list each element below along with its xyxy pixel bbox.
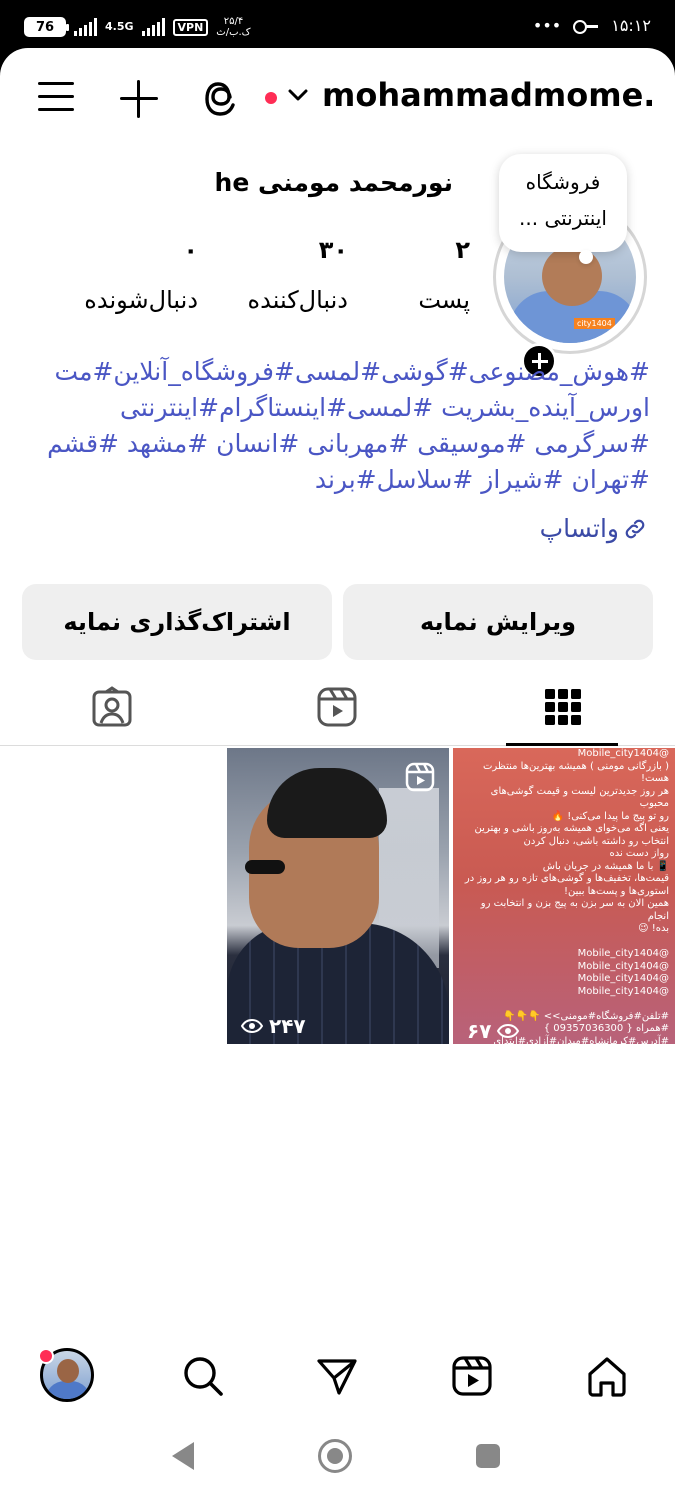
post-caption-line: 📱 با ما همیشه در جریان باش: [542, 860, 669, 872]
top-bar: mohammadmome...: [0, 70, 675, 130]
followers-label: دنبال‌کننده: [247, 286, 348, 314]
active-tab-indicator: [506, 743, 618, 746]
views-count: ۶۷: [467, 1018, 492, 1043]
profile-screen: mohammadmome... city1404 فروشگاه اینترنت…: [0, 48, 675, 1500]
signal-icon: [74, 18, 97, 36]
post-caption-line: @Mobile_city1404: [577, 973, 669, 984]
eye-icon: [241, 1019, 263, 1033]
back-icon[interactable]: [172, 1442, 194, 1470]
stat-following[interactable]: ۰ دنبال‌شونده: [84, 236, 198, 314]
following-label: دنبال‌شونده: [84, 286, 198, 314]
views-count: ۲۴۷: [269, 1014, 306, 1038]
post-caption-line: رو تو پیج ما پیدا می‌کنی! 🔥: [551, 810, 669, 822]
post-caption-line: رواز دست نده: [609, 848, 669, 859]
signal-icon-2: [141, 18, 165, 36]
threads-icon[interactable]: [204, 78, 242, 120]
reels-icon[interactable]: [450, 1354, 494, 1398]
bottom-nav: [0, 1330, 675, 1420]
post-caption-line: ( بازرگانی مومنی ) همیشه بهترین‌ها منتظر…: [482, 760, 669, 785]
stat-posts[interactable]: ۲ پست: [418, 236, 470, 314]
posts-label: پست: [418, 286, 470, 314]
post-caption-line: همین الان به سر بزن به پیج بزن و انتخابت…: [480, 898, 669, 922]
home-icon[interactable]: [585, 1354, 629, 1398]
more-dots: •••: [532, 16, 562, 35]
link-icon: [625, 519, 645, 538]
status-left: 76 4.5G VPN ۲۵/۴ ک.ب/ث: [24, 16, 251, 38]
post-caption-line: [459, 936, 669, 949]
plus-icon[interactable]: [120, 80, 158, 118]
weather-temp: ۲۵/۴: [223, 16, 244, 27]
post-caption-text: @Mobile_city1404( بازرگانی مومنی ) همیشه…: [459, 748, 669, 1044]
share-profile-button[interactable]: اشتراک‌گذاری نمایه: [22, 584, 332, 660]
post-caption-line: [459, 998, 669, 1011]
eye-icon: [497, 1024, 520, 1038]
reels-icon: [405, 762, 435, 792]
home-button-icon[interactable]: [318, 1439, 352, 1473]
status-bar: 76 4.5G VPN ۲۵/۴ ک.ب/ث ••• ۱۵:۱۲: [0, 0, 675, 52]
post-tile[interactable]: @Mobile_city1404( بازرگانی مومنی ) همیشه…: [453, 748, 675, 1044]
reels-icon[interactable]: [316, 686, 358, 728]
note-bubble[interactable]: فروشگاه اینترنتی ...: [499, 154, 627, 264]
notification-dot: [38, 1348, 54, 1364]
system-nav: [0, 1420, 675, 1500]
tagged-icon[interactable]: [91, 686, 133, 728]
grid-icon[interactable]: [542, 686, 584, 728]
network-type: 4.5G: [105, 20, 134, 33]
weather-readout: ۲۵/۴ ک.ب/ث: [216, 16, 250, 38]
followers-count: ۳۰: [318, 236, 348, 264]
post-caption-line: انتخاب رو داشته باشی، دنبال کردن: [523, 835, 669, 847]
bio-link[interactable]: واتساپ: [540, 514, 647, 543]
clock: ۱۵:۱۲: [611, 16, 651, 35]
post-views: ۶۷: [467, 1018, 520, 1043]
post-caption-line: استوری‌ها و پست‌ها ببین!: [564, 885, 669, 897]
battery-level: 76: [35, 19, 55, 35]
post-caption-line: یعنی اگه می‌خوای همیشه به‌روز باشی و بهت…: [474, 823, 669, 834]
profile-stats: ۲ پست ۳۰ دنبال‌کننده ۰ دنبال‌شونده: [40, 236, 470, 326]
search-icon[interactable]: [181, 1354, 225, 1398]
recents-icon[interactable]: [476, 1444, 500, 1468]
following-count: ۰: [183, 236, 198, 264]
username[interactable]: mohammadmome...: [322, 76, 652, 114]
post-caption-line: @Mobile_city1404: [577, 960, 669, 972]
edit-profile-button[interactable]: ویرایش نمایه: [343, 584, 653, 660]
battery-icon: 76: [24, 17, 69, 37]
live-dot: [265, 92, 277, 104]
full-name: نورمحمد مومنی he: [214, 168, 453, 197]
vpn-badge: VPN: [172, 18, 209, 36]
profile-tabs: [0, 674, 675, 746]
chevron-down-icon[interactable]: [288, 88, 308, 102]
reel-tile[interactable]: ۲۴۷: [227, 748, 449, 1044]
bio-link-label: واتساپ: [539, 514, 619, 543]
post-caption-line: قیمت‌ها، تخفیف‌ها و گوشی‌های تازه رو هر …: [464, 873, 669, 884]
post-caption-line: بده! 😉: [638, 923, 669, 934]
stat-followers[interactable]: ۳۰ دنبال‌کننده: [248, 236, 348, 314]
post-caption-line: هر روز جدیدترین لیست و قیمت گوشی‌های محب…: [490, 785, 669, 810]
post-caption-line: @Mobile_city1404: [577, 748, 669, 759]
send-icon[interactable]: [315, 1354, 359, 1398]
post-caption-line: @Mobile_city1404: [577, 985, 669, 997]
status-right: ••• ۱۵:۱۲: [533, 16, 651, 35]
weather-unit: ک.ب/ث: [216, 27, 251, 38]
key-icon: [573, 19, 599, 34]
bio-hashtags[interactable]: #هوش_مصنوعی#گوشی#لمسی#فروشگاه_آنلاین#مت …: [20, 354, 650, 498]
reel-views: ۲۴۷: [241, 1014, 306, 1038]
menu-icon[interactable]: [38, 82, 74, 112]
posts-count: ۲: [455, 236, 470, 264]
post-caption-line: @Mobile_city1404: [577, 948, 669, 959]
